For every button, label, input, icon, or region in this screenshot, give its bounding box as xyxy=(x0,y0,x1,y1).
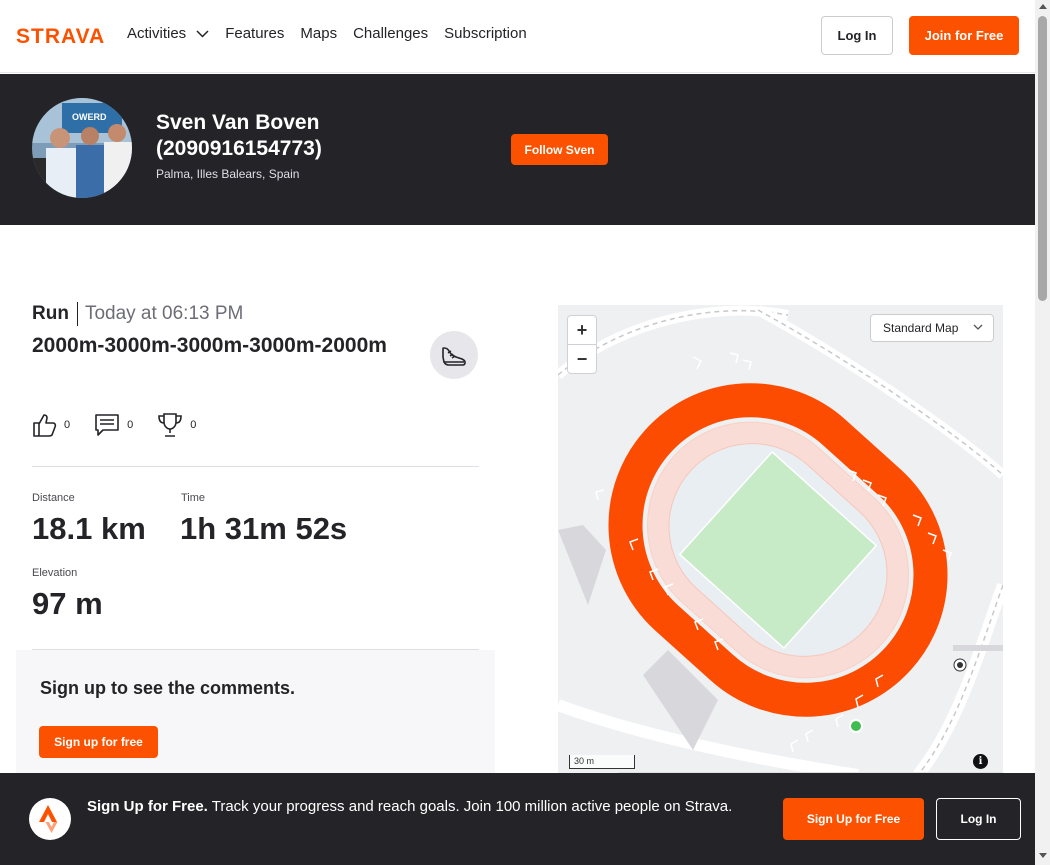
nav-links: Activities Features Maps Challenges Subs… xyxy=(127,25,527,42)
achievements-count: 0 xyxy=(190,419,197,431)
join-button[interactable]: Join for Free xyxy=(909,16,1019,55)
strava-logo[interactable]: STRAVA xyxy=(16,26,112,46)
activity-type-line: Run Today at 06:13 PM xyxy=(32,302,243,326)
zoom-out-button[interactable]: − xyxy=(568,345,596,374)
achievements-button[interactable]: 0 xyxy=(157,412,196,438)
chevron-down-icon xyxy=(973,324,983,330)
elevation-value: 97 m xyxy=(32,586,103,621)
avatar-photo: OWERD xyxy=(32,98,132,198)
info-icon[interactable]: i xyxy=(973,754,988,769)
banner-login-button[interactable]: Log In xyxy=(936,798,1021,840)
signup-button[interactable]: Sign up for free xyxy=(39,726,158,758)
zoom-in-button[interactable]: + xyxy=(568,316,596,345)
comments-heading: Sign up to see the comments. xyxy=(40,678,296,698)
social-actions: 0 0 0 xyxy=(32,412,196,438)
nav-subscription[interactable]: Subscription xyxy=(444,25,527,42)
map-style-select[interactable]: Standard Map xyxy=(870,314,994,342)
follow-button[interactable]: Follow Sven xyxy=(511,134,608,165)
avatar[interactable]: OWERD xyxy=(32,98,132,198)
distance-value: 18.1 km xyxy=(32,511,146,546)
time-value: 1h 31m 52s xyxy=(180,511,348,546)
scroll-up-arrow[interactable] xyxy=(1039,4,1047,9)
distance-label: Distance xyxy=(32,492,75,504)
nav-maps[interactable]: Maps xyxy=(300,25,337,42)
scrollbar[interactable] xyxy=(1035,0,1050,865)
comments-signup-panel: Sign up to see the comments. Sign up for… xyxy=(16,650,495,775)
comments-button[interactable]: 0 xyxy=(94,413,133,437)
running-shoe-icon xyxy=(442,347,466,366)
athlete-header: OWERD Sven Van Boven (2090916154773) Pal… xyxy=(0,74,1035,225)
trophy-icon xyxy=(158,413,183,437)
divider xyxy=(76,302,78,326)
comment-icon xyxy=(95,414,119,436)
map-canvas[interactable] xyxy=(558,305,1003,775)
activity-title: 2000m-3000m-3000m-3000m-2000m xyxy=(32,334,387,357)
thumbs-up-icon xyxy=(33,414,57,437)
map-scale: 30 m xyxy=(569,755,635,769)
svg-text:OWERD: OWERD xyxy=(72,112,107,122)
map-style-value: Standard Map xyxy=(883,321,959,335)
strava-chevrons-icon xyxy=(39,805,58,833)
banner-body: Track your progress and reach goals. Joi… xyxy=(207,798,733,815)
nav-activities[interactable]: Activities xyxy=(127,25,209,42)
svg-text:STRAVA: STRAVA xyxy=(16,26,105,46)
activity-map[interactable]: + − Standard Map 30 m i xyxy=(558,305,1003,775)
banner-bold: Sign Up for Free. xyxy=(87,798,208,815)
kudos-count: 0 xyxy=(64,419,71,431)
comments-count: 0 xyxy=(127,419,134,431)
activity-date: Today at 06:13 PM xyxy=(84,303,244,324)
nav-activities-label: Activities xyxy=(127,25,187,42)
nav-features[interactable]: Features xyxy=(225,25,284,42)
signup-banner: Sign Up for Free. Track your progress an… xyxy=(0,773,1035,865)
activity-type: Run xyxy=(32,303,69,324)
sport-type-badge xyxy=(430,331,478,379)
time-label: Time xyxy=(181,492,206,504)
scroll-thumb[interactable] xyxy=(1038,16,1047,301)
chevron-down-icon xyxy=(196,29,209,38)
kudos-button[interactable]: 0 xyxy=(32,412,70,438)
elevation-label: Elevation xyxy=(32,567,78,579)
strava-badge-icon xyxy=(29,798,71,840)
banner-signup-button[interactable]: Sign Up for Free xyxy=(783,798,924,840)
athlete-name[interactable]: Sven Van Boven (2090916154773) xyxy=(156,110,396,162)
scroll-down-arrow[interactable] xyxy=(1039,853,1047,858)
zoom-controls: + − xyxy=(567,315,597,374)
divider xyxy=(32,466,479,467)
athlete-location: Palma, Illes Balears, Spain xyxy=(156,167,300,181)
nav-challenges[interactable]: Challenges xyxy=(353,25,428,42)
top-navigation: STRAVA Activities Features Maps Challeng… xyxy=(0,0,1035,73)
banner-message: Sign Up for Free. Track your progress an… xyxy=(87,796,757,818)
login-button[interactable]: Log In xyxy=(821,16,893,55)
